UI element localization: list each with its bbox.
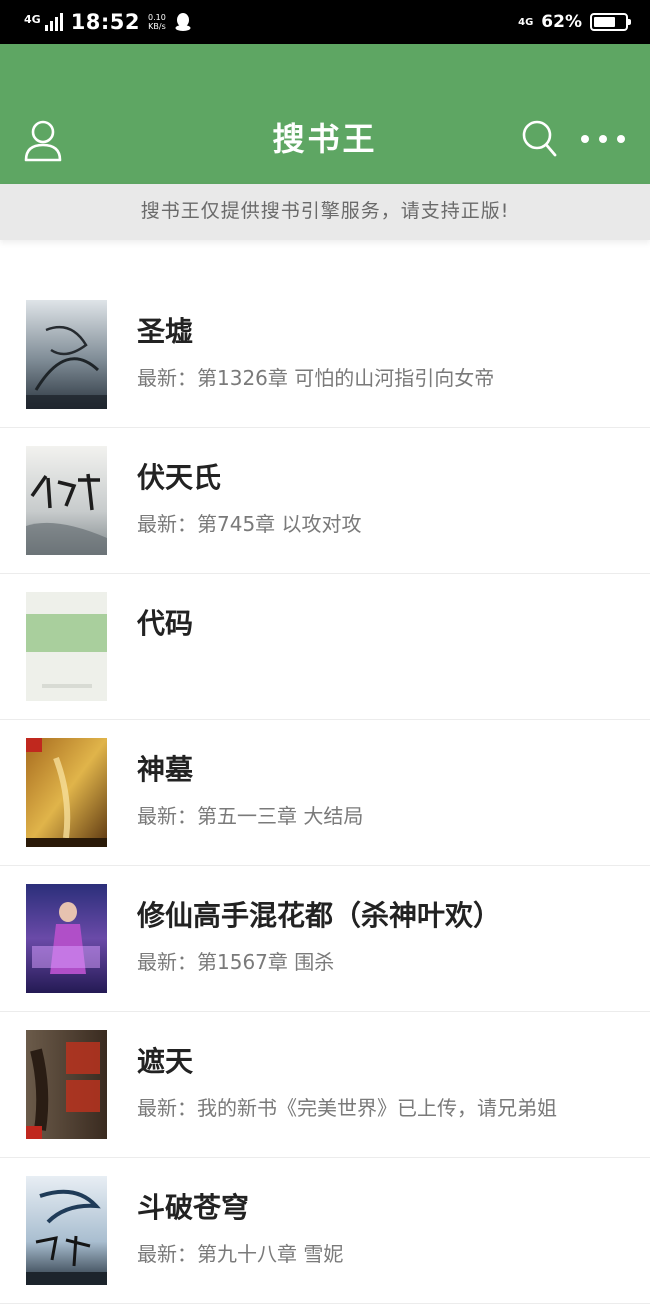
book-cover (26, 592, 107, 701)
book-title: 代码 (137, 607, 194, 640)
book-title: 伏天氏 (137, 461, 222, 494)
book-latest-chapter: 最新：第九十八章 雪妮 (137, 1242, 344, 1266)
status-bar: 4G 18:52 0.10 KB/s 4G 62% (0, 0, 650, 44)
book-item-doupo[interactable]: 斗破苍穹 最新：第九十八章 雪妮 (0, 1158, 650, 1304)
book-latest-chapter: 最新：第1326章 可怕的山河指引向女帝 (137, 366, 495, 390)
app-header: 搜书王 (0, 44, 650, 184)
book-cover (26, 300, 107, 409)
book-latest-chapter: 最新：第五一三章 大结局 (137, 804, 364, 828)
book-latest-chapter: 最新：第745章 以攻对攻 (137, 512, 362, 536)
status-time: 18:52 (70, 10, 141, 34)
book-item-zhetian[interactable]: 遮天 最新：我的新书《完美世界》已上传，请兄弟姐 (0, 1012, 650, 1158)
book-item-shengxu[interactable]: 圣墟 最新：第1326章 可怕的山河指引向女帝 (0, 282, 650, 428)
speed-value: 0.10 (148, 13, 166, 22)
book-item-futianshi[interactable]: 伏天氏 最新：第745章 以攻对攻 (0, 428, 650, 574)
book-title: 神墓 (137, 753, 194, 786)
search-button[interactable] (518, 116, 560, 162)
notice-banner: 搜书王仅提供搜书引擎服务，请支持正版! (0, 184, 650, 240)
book-cover (26, 738, 107, 847)
battery-icon (590, 13, 631, 31)
book-cover (26, 884, 107, 993)
search-icon (522, 120, 557, 157)
book-title: 修仙高手混花都（杀神叶欢） (137, 899, 502, 932)
book-title: 圣墟 (137, 315, 194, 348)
qq-notification-icon (175, 13, 191, 31)
network-type-label: 4G (518, 16, 534, 28)
more-icon (581, 135, 625, 143)
book-title: 遮天 (137, 1045, 194, 1078)
network-speed: 0.10 KB/s (148, 13, 166, 31)
more-button[interactable] (578, 116, 628, 162)
speed-unit: KB/s (148, 22, 166, 31)
book-title: 斗破苍穹 (137, 1191, 250, 1224)
book-cover (26, 1176, 107, 1285)
battery-percent: 62% (541, 12, 582, 32)
signal-label: 4G (24, 13, 41, 26)
book-latest-chapter: 最新：我的新书《完美世界》已上传，请兄弟姐 (137, 1096, 557, 1120)
book-cover (26, 446, 107, 555)
book-latest-chapter: 最新：第1567章 围杀 (137, 950, 335, 974)
book-cover (26, 1030, 107, 1139)
book-list: 圣墟 最新：第1326章 可怕的山河指引向女帝 伏天氏 最新：第745章 以攻对… (0, 282, 650, 1304)
book-item-daima[interactable]: 代码 (0, 574, 650, 720)
signal-icon: 4G (24, 13, 63, 31)
book-item-shenmu[interactable]: 神墓 最新：第五一三章 大结局 (0, 720, 650, 866)
book-item-xiuxian[interactable]: 修仙高手混花都（杀神叶欢） 最新：第1567章 围杀 (0, 866, 650, 1012)
